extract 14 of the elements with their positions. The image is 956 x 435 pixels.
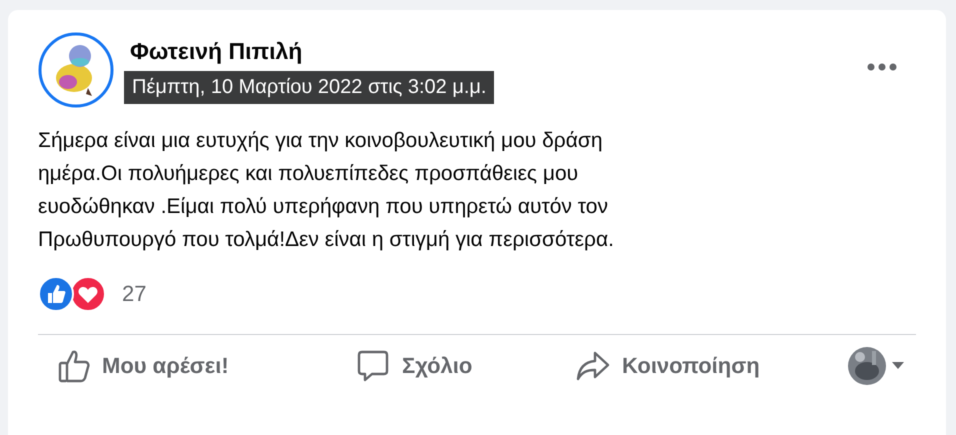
like-button[interactable]: Μου αρέσει! (38, 343, 336, 389)
comment-button[interactable]: Σχόλιο (336, 343, 556, 389)
reaction-count[interactable]: 27 (122, 281, 146, 307)
caret-icon[interactable] (892, 362, 904, 370)
author-name[interactable]: Φωτεινή Πιπιλή (130, 38, 494, 65)
avatar[interactable] (38, 32, 114, 108)
share-button[interactable]: Κοινοποίηση (556, 345, 816, 387)
speech-bubble-icon (356, 349, 390, 383)
share-arrow-icon (576, 351, 610, 381)
post-text: Σήμερα είναι μια ευτυχής για την κοινοβουλευτική μου δράση ημέρα.Οι πολυήμερες και πολυεπίπεδες προσπάθειες μου ευοδώθηκαν .Είμαι πολύ υπερήφανη που υπηρετώ αυτόν τον Πρωθυπουργό που τολμά!Δεν είναι η στιγμή για περισσότερα. (38, 128, 615, 253)
thumbs-up-icon (58, 349, 90, 383)
timestamp-tooltip: Πέμπτη, 10 Μαρτίου 2022 στις 3:02 μ.μ. (124, 71, 494, 104)
profile-thumbnail[interactable] (848, 347, 886, 385)
more-options-icon[interactable] (866, 62, 898, 72)
